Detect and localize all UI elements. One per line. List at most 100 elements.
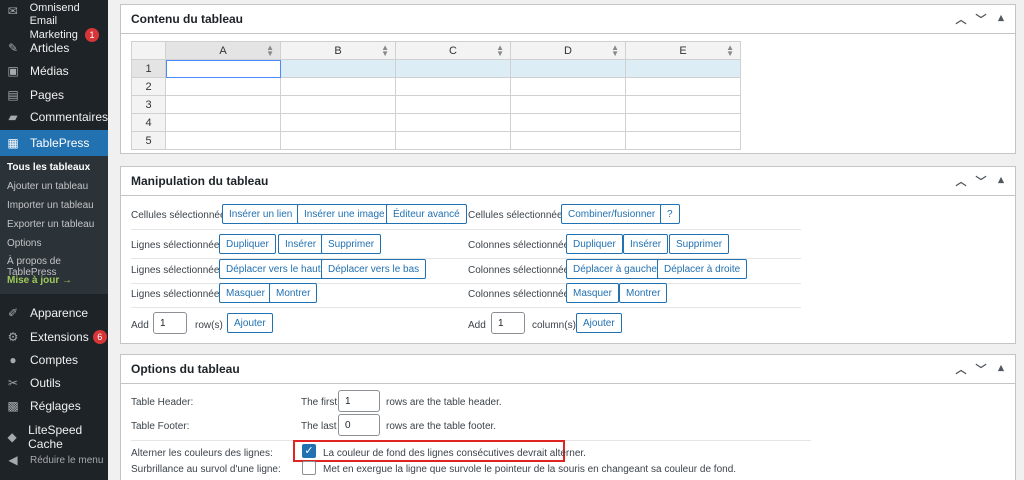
insert-image-button[interactable]: Insérer une image xyxy=(297,204,392,224)
help-button[interactable]: ? xyxy=(660,204,680,224)
table-cell[interactable] xyxy=(165,113,281,132)
table-cell[interactable] xyxy=(625,113,741,132)
submenu-options[interactable]: Options xyxy=(7,238,41,249)
sort-icon[interactable]: ▲ ▼ xyxy=(726,44,734,58)
row-header[interactable]: 4 xyxy=(131,113,166,132)
column-header-a[interactable]: A ▲ ▼ xyxy=(165,41,281,60)
table-cell[interactable] xyxy=(280,113,396,132)
sidebar-item-medias[interactable]: ▣ Médias xyxy=(0,60,108,82)
table-cell[interactable] xyxy=(395,59,511,78)
move-left-button[interactable]: Déplacer à gauche xyxy=(566,259,664,279)
table-cell[interactable] xyxy=(625,95,741,114)
hide-cols-button[interactable]: Masquer xyxy=(566,283,619,303)
submenu-add-table[interactable]: Ajouter un tableau xyxy=(7,181,88,192)
row-header[interactable]: 5 xyxy=(131,131,166,150)
table-cell[interactable] xyxy=(280,131,396,150)
table-cell[interactable] xyxy=(165,77,281,96)
sort-icon[interactable]: ▲ ▼ xyxy=(381,44,389,58)
submenu-import-table[interactable]: Importer un tableau xyxy=(7,200,94,211)
column-header-d[interactable]: D ▲ ▼ xyxy=(510,41,626,60)
show-rows-button[interactable]: Montrer xyxy=(269,283,318,303)
table-cell[interactable] xyxy=(510,131,626,150)
delete-cols-button[interactable]: Supprimer xyxy=(669,234,730,254)
duplicate-cols-button[interactable]: Dupliquer xyxy=(566,234,623,254)
sidebar-item-accounts[interactable]: ● Comptes xyxy=(0,349,108,371)
add-rows-button[interactable]: Ajouter xyxy=(227,313,273,333)
rows-count-input[interactable]: 1 xyxy=(153,312,187,334)
table-cell[interactable] xyxy=(165,95,281,114)
header-rows-input[interactable]: 1 xyxy=(338,390,380,412)
sort-icon[interactable]: ▲ ▼ xyxy=(266,44,274,58)
sidebar-item-omnisend[interactable]: ✉ Omnisend Email Marketing 1 xyxy=(0,2,108,42)
table-cell[interactable] xyxy=(510,95,626,114)
move-up-icon[interactable]: ︿ xyxy=(955,361,967,377)
insert-cols-button[interactable]: Insérer xyxy=(623,234,669,254)
sidebar-item-pages[interactable]: ▤ Pages xyxy=(0,84,108,106)
table-cell[interactable] xyxy=(625,59,741,78)
table-cell[interactable] xyxy=(395,131,511,150)
column-header-b[interactable]: B ▲ ▼ xyxy=(280,41,396,60)
move-up-icon[interactable]: ︿ xyxy=(955,173,967,189)
move-down-button[interactable]: Déplacer vers le bas xyxy=(321,259,427,279)
column-header-c[interactable]: C ▲ ▼ xyxy=(395,41,511,60)
row-header[interactable]: 2 xyxy=(131,77,166,96)
row-header[interactable]: 1 xyxy=(131,59,166,78)
table-cell[interactable] xyxy=(625,77,741,96)
table-cell[interactable] xyxy=(280,59,396,78)
table-cell[interactable] xyxy=(280,77,396,96)
sidebar-item-appearance[interactable]: ✐ Apparence xyxy=(0,302,108,324)
table-cell[interactable] xyxy=(165,131,281,150)
submenu-update[interactable]: Mise à jour → xyxy=(7,275,72,286)
add-cols-button[interactable]: Ajouter xyxy=(576,313,622,333)
table-cell[interactable] xyxy=(510,77,626,96)
move-down-icon[interactable]: ﹀ xyxy=(975,173,987,189)
table-cell[interactable] xyxy=(510,113,626,132)
sidebar-item-litespeed[interactable]: ◆ LiteSpeed Cache xyxy=(0,423,108,451)
move-up-icon[interactable]: ︿ xyxy=(955,11,967,27)
move-down-icon[interactable]: ﹀ xyxy=(975,11,987,27)
alternate-colors-label: Alterner les couleurs des lignes: xyxy=(131,448,273,459)
merge-cells-button[interactable]: Combiner/fusionner xyxy=(561,204,663,224)
cells-label: Cellules sélectionnées: xyxy=(131,210,234,221)
spreadsheet-editor[interactable]: A ▲ ▼ B ▲ ▼ C ▲ ▼ D ▲ ▼ E ▲ ▼ 1 2 3 4 5 xyxy=(131,41,741,150)
move-right-button[interactable]: Déplacer à droite xyxy=(657,259,748,279)
table-cell[interactable] xyxy=(165,59,281,78)
collapse-icon: ◀ xyxy=(8,453,18,467)
duplicate-rows-button[interactable]: Dupliquer xyxy=(219,234,276,254)
toggle-icon[interactable]: ▴ xyxy=(995,361,1007,377)
hide-rows-button[interactable]: Masquer xyxy=(219,283,272,303)
table-cell[interactable] xyxy=(395,113,511,132)
submenu-export-table[interactable]: Exporter un tableau xyxy=(7,219,94,230)
table-cell[interactable] xyxy=(280,95,396,114)
submenu-all-tables[interactable]: Tous les tableaux xyxy=(7,162,90,173)
table-cell[interactable] xyxy=(625,131,741,150)
insert-link-button[interactable]: Insérer un lien xyxy=(222,204,300,224)
cols-count-input[interactable]: 1 xyxy=(491,312,525,334)
sort-icon[interactable]: ▲ ▼ xyxy=(496,44,504,58)
collapse-menu-button[interactable]: ◀ Réduire le menu xyxy=(0,449,108,471)
table-cell[interactable] xyxy=(395,95,511,114)
sidebar-item-tools[interactable]: ✂ Outils xyxy=(0,372,108,394)
delete-rows-button[interactable]: Supprimer xyxy=(321,234,382,254)
table-cell[interactable] xyxy=(510,59,626,78)
sidebar-item-label: Réduire le menu xyxy=(30,454,104,466)
sidebar-item-settings[interactable]: ▩ Réglages xyxy=(0,395,108,417)
row-header[interactable]: 3 xyxy=(131,95,166,114)
show-cols-button[interactable]: Montrer xyxy=(619,283,668,303)
toggle-icon[interactable]: ▴ xyxy=(995,11,1007,27)
move-down-icon[interactable]: ﹀ xyxy=(975,361,987,377)
column-header-e[interactable]: E ▲ ▼ xyxy=(625,41,741,60)
sidebar-item-extensions[interactable]: ⚙ Extensions 6 xyxy=(0,326,108,348)
toggle-icon[interactable]: ▴ xyxy=(995,173,1007,189)
alternate-colors-checkbox[interactable]: ✓ xyxy=(302,444,316,458)
advanced-editor-button[interactable]: Éditeur avancé xyxy=(386,204,467,224)
table-cell[interactable] xyxy=(395,77,511,96)
sidebar-item-tablepress[interactable]: ▦ TablePress xyxy=(0,130,108,156)
sort-icon[interactable]: ▲ ▼ xyxy=(611,44,619,58)
sidebar-item-articles[interactable]: ✎ Articles xyxy=(0,37,108,59)
move-up-button[interactable]: Déplacer vers le haut xyxy=(219,259,328,279)
hover-highlight-checkbox[interactable] xyxy=(302,461,316,475)
footer-rows-input[interactable]: 0 xyxy=(338,414,380,436)
insert-rows-button[interactable]: Insérer xyxy=(278,234,324,254)
sidebar-item-comments[interactable]: ▰ Commentaires xyxy=(0,106,108,128)
